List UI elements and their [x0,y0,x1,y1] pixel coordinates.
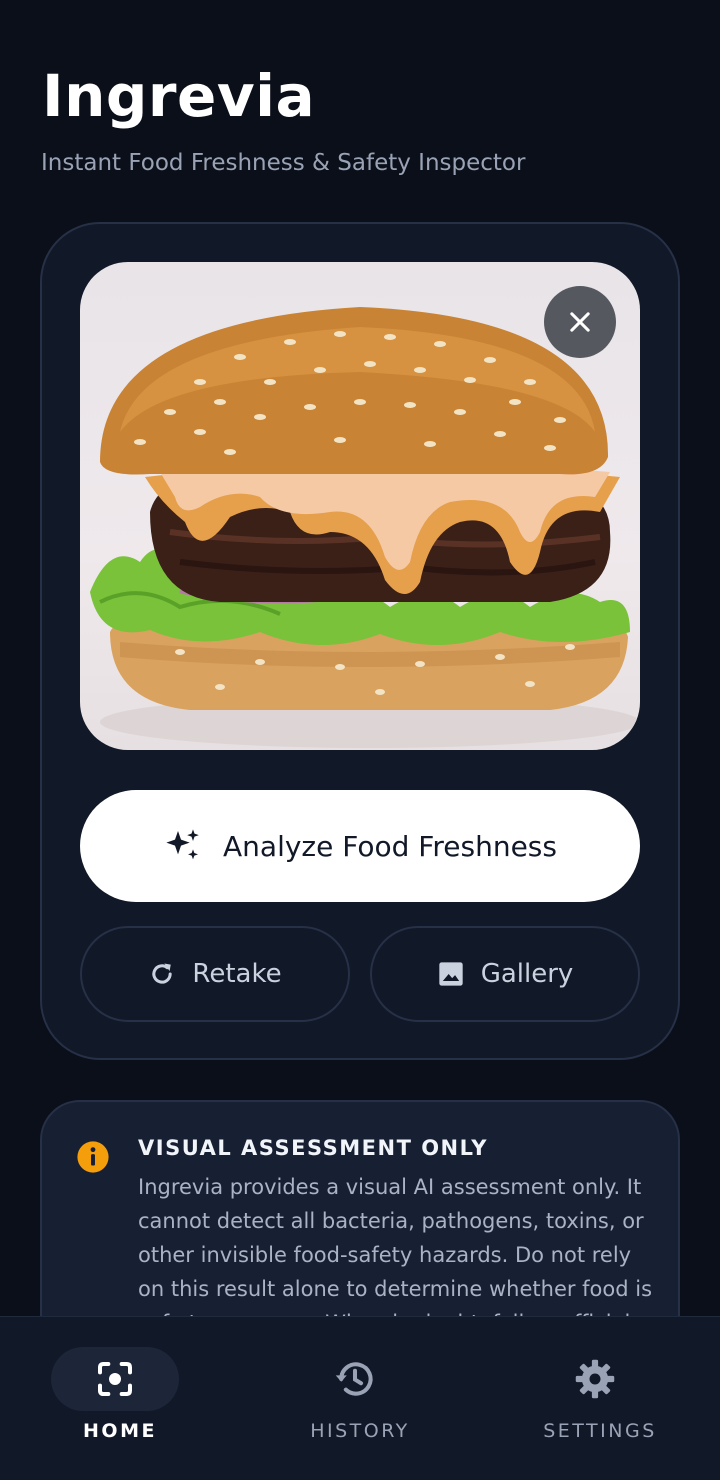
nav-home[interactable]: HOME [0,1317,240,1480]
nav-home-label: HOME [83,1420,157,1442]
scan-icon [98,1362,132,1396]
notice-title: VISUAL ASSESSMENT ONLY [138,1136,488,1160]
nav-home-pill [51,1347,179,1411]
retake-label: Retake [192,959,282,989]
history-icon [335,1362,373,1396]
close-photo-button[interactable] [544,286,616,358]
nav-history-label: HISTORY [310,1420,410,1442]
nav-settings[interactable]: SETTINGS [480,1317,720,1480]
nav-settings-label: SETTINGS [543,1420,657,1442]
refresh-icon [152,963,173,984]
bottom-navigation: HOME HISTORY SETTINGS [0,1316,720,1480]
nav-settings-pill [531,1347,659,1411]
info-icon [77,1141,109,1173]
image-icon [439,962,463,986]
food-photo [80,262,640,750]
gear-icon [575,1359,615,1399]
sparkles-icon [166,829,199,860]
gallery-label: Gallery [480,959,574,989]
nav-history[interactable]: HISTORY [240,1317,480,1480]
retake-button[interactable]: Retake [80,926,350,1022]
analyze-button[interactable]: Analyze Food Freshness [80,790,640,902]
analyze-label: Analyze Food Freshness [223,829,557,863]
nav-history-pill [291,1347,419,1411]
close-icon [570,312,590,332]
capture-card: Analyze Food Freshness Retake Gallery [40,222,680,1060]
app-title: Ingrevia [42,62,316,130]
notice-body: Ingrevia provides a visual AI assessment… [138,1175,653,1335]
gallery-button[interactable]: Gallery [370,926,640,1022]
app-subtitle: Instant Food Freshness & Safety Inspecto… [41,150,526,176]
